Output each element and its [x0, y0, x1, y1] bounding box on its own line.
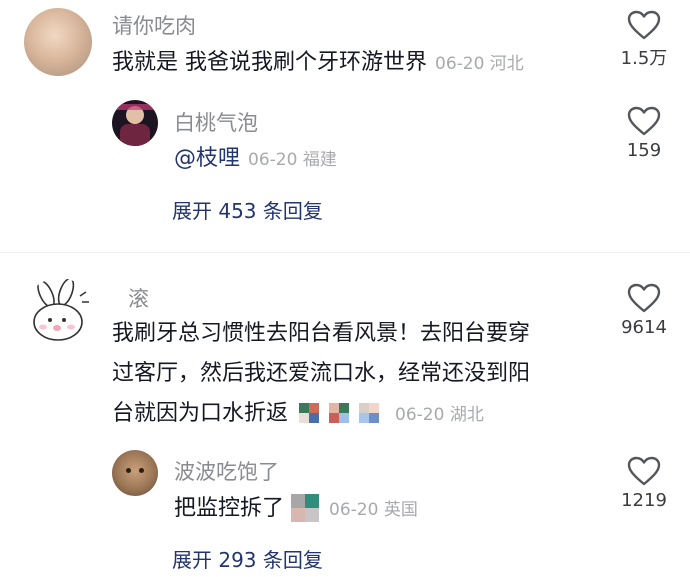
expand-replies-button[interactable]: 展开 453 条回复 — [172, 195, 323, 224]
pixelated-emoji-icon — [291, 494, 321, 524]
reply-like-button[interactable]: 1219 — [614, 456, 674, 511]
mention-link[interactable]: @枝哩 — [174, 146, 240, 171]
heart-icon — [627, 10, 661, 40]
divider — [0, 252, 690, 253]
reply-text: @枝哩 06-20 福建 — [174, 140, 337, 179]
like-button[interactable]: 1.5万 — [614, 10, 674, 70]
heart-icon — [627, 106, 661, 136]
reply-username[interactable]: 白桃气泡 — [174, 107, 258, 137]
reply-meta: 06-20 英国 — [329, 500, 418, 520]
heart-icon — [627, 283, 661, 313]
pixelated-emoji-icon — [299, 401, 387, 427]
reply-like-button[interactable]: 159 — [614, 106, 674, 161]
like-count: 159 — [626, 140, 662, 161]
comment-text-line-2: 过客厅，然后我还爱流口水，经常还没到阳 — [112, 361, 531, 386]
like-count: 1219 — [621, 490, 667, 511]
avatar[interactable] — [24, 278, 94, 348]
reply-avatar[interactable] — [112, 100, 158, 146]
comment-username[interactable]: 请你吃肉 — [112, 10, 196, 40]
like-button[interactable]: 9614 — [614, 283, 674, 338]
comment-text-content: 我就是 我爸说我刷个牙环游世界 — [112, 50, 427, 75]
comment-text: 我就是 我爸说我刷个牙环游世界 06-20 河北 — [112, 44, 524, 83]
comment-meta: 06-20 河北 — [435, 54, 524, 74]
reply-text-content: 把监控拆了 — [174, 496, 285, 521]
reply-username[interactable]: 波波吃饱了 — [174, 456, 279, 486]
reply-meta: 06-20 福建 — [248, 150, 337, 170]
comment-meta: 06-20 湖北 — [395, 405, 484, 425]
avatar[interactable] — [24, 8, 92, 76]
like-count: 9614 — [621, 317, 667, 338]
avatar-figure-body — [120, 124, 150, 146]
like-count: 1.5万 — [620, 48, 668, 69]
comment-text-line-3: 台就因为口水折返 06-20 湖北 — [112, 395, 484, 434]
comment-username[interactable]: 滚 — [128, 283, 149, 313]
avatar-text-strip — [112, 104, 158, 110]
bunny-avatar-icon — [33, 278, 89, 341]
avatar-eye-right — [139, 468, 144, 473]
reply-avatar[interactable] — [112, 450, 158, 496]
avatar-eye-left — [126, 468, 131, 473]
comment-text-content: 台就因为口水折返 — [112, 401, 289, 426]
reply-text: 把监控拆了 06-20 英国 — [174, 490, 418, 529]
heart-icon — [627, 456, 661, 486]
comment-text-line-1: 我刷牙总习惯性去阳台看风景！去阳台要穿 — [112, 321, 531, 346]
expand-replies-button[interactable]: 展开 293 条回复 — [172, 544, 323, 573]
